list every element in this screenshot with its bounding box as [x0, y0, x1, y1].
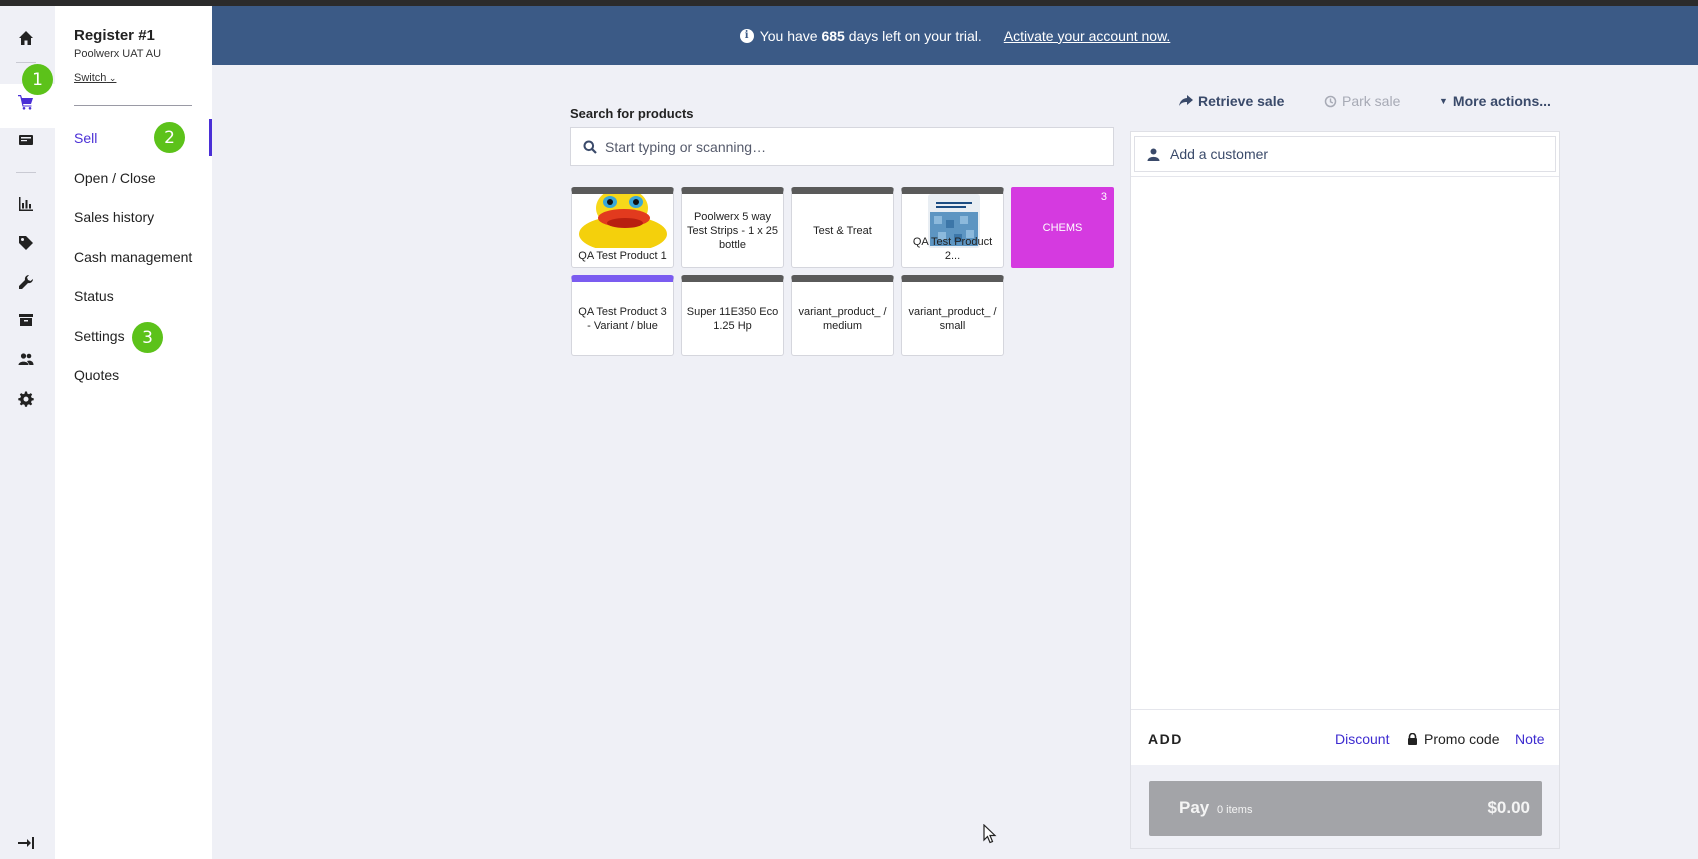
rail-divider — [16, 172, 36, 173]
discount-link[interactable]: Discount — [1335, 731, 1389, 747]
tile-label: QA Test Product 2... — [912, 236, 993, 262]
lock-icon — [1408, 733, 1417, 745]
trial-suffix: days left on your trial. — [848, 27, 982, 44]
tile-label: QA Test Product 1 — [578, 250, 667, 262]
nav-item-sell[interactable]: Sell — [74, 130, 97, 146]
tile-label: QA Test Product 3 - Variant / blue — [578, 305, 667, 332]
customers-icon[interactable] — [16, 349, 36, 369]
product-tile[interactable]: Super 11E350 Eco 1.25 Hp — [681, 275, 784, 356]
inventory-icon[interactable] — [16, 310, 36, 330]
chevron-down-icon: ⌄ — [106, 73, 117, 83]
promo-code-link[interactable]: Promo code — [1407, 731, 1499, 747]
nav-item-open-close[interactable]: Open / Close — [74, 170, 156, 186]
sale-panel: ADD Discount Promo code Note Pay 0 items… — [1130, 131, 1560, 849]
product-tile[interactable]: Poolwerx 5 way Test Strips - 1 x 25 bott… — [681, 187, 784, 268]
nav-item-cash-management[interactable]: Cash management — [74, 249, 192, 265]
rail-divider — [16, 62, 36, 63]
product-tile[interactable]: variant_product_ / small — [901, 275, 1004, 356]
caret-down-icon: ▼ — [1439, 96, 1448, 106]
product-tile[interactable]: Test & Treat — [791, 187, 894, 268]
pay-button[interactable]: Pay 0 items $0.00 — [1149, 781, 1542, 836]
store-name: Poolwerx UAT AU — [74, 48, 162, 60]
park-sale-button[interactable]: Park sale — [1324, 93, 1400, 109]
user-icon — [1147, 148, 1160, 161]
product-tile[interactable]: QA Test Product 2... — [901, 187, 1004, 268]
collapse-sidebar-icon[interactable] — [17, 836, 35, 850]
share-arrow-icon — [1179, 95, 1193, 106]
nav-divider — [74, 105, 192, 106]
tile-label: variant_product_ / medium — [798, 305, 887, 332]
pay-total: $0.00 — [1487, 798, 1530, 817]
mouse-cursor-icon — [983, 824, 997, 844]
home-icon[interactable] — [16, 28, 36, 48]
nav-item-status[interactable]: Status — [74, 288, 114, 304]
search-label: Search for products — [570, 106, 694, 121]
search-input[interactable] — [605, 138, 1085, 155]
register-icon[interactable] — [16, 130, 36, 150]
activate-account-link[interactable]: Activate your account now. — [1004, 28, 1171, 44]
step-badge-1: 1 — [22, 64, 53, 95]
product-tile[interactable]: QA Test Product 1 — [571, 187, 674, 268]
trial-banner: i You have 685 days left on your trial. … — [212, 6, 1698, 65]
tile-label: variant_product_ / small — [908, 305, 997, 332]
rubber-duck-image — [572, 194, 673, 248]
sale-items-list — [1131, 176, 1559, 709]
nav-item-sales-history[interactable]: Sales history — [74, 209, 154, 225]
pay-label: Pay — [1179, 798, 1210, 817]
reports-icon[interactable] — [16, 194, 36, 214]
step-badge-2: 2 — [154, 122, 185, 153]
pay-zone: Pay 0 items $0.00 — [1131, 765, 1559, 848]
register-nav: Register #1 Poolwerx UAT AU Switch ⌄ Sel… — [55, 6, 212, 859]
note-link[interactable]: Note — [1515, 731, 1545, 747]
search-icon — [583, 140, 597, 154]
tile-label: Poolwerx 5 way Test Strips - 1 x 25 bott… — [686, 210, 779, 251]
tile-label: Test & Treat — [813, 224, 872, 237]
category-tile-chems[interactable]: 3 CHEMS — [1011, 187, 1114, 268]
switch-register-link[interactable]: Switch ⌄ — [74, 72, 116, 84]
product-tile[interactable]: variant_product_ / medium — [791, 275, 894, 356]
more-actions-button[interactable]: ▼ More actions... — [1439, 93, 1551, 109]
add-label: ADD — [1148, 731, 1183, 747]
nav-item-quotes[interactable]: Quotes — [74, 367, 119, 383]
add-row: ADD Discount Promo code Note — [1131, 709, 1559, 765]
tag-icon[interactable] — [16, 233, 36, 253]
product-tile[interactable]: QA Test Product 3 - Variant / blue — [571, 275, 674, 356]
nav-active-indicator — [209, 119, 212, 156]
history-icon — [1324, 95, 1337, 107]
icon-rail — [0, 6, 55, 859]
customer-input[interactable] — [1170, 146, 1550, 162]
add-customer-field[interactable] — [1134, 136, 1556, 172]
product-search[interactable] — [570, 127, 1114, 166]
nav-item-settings[interactable]: Settings — [74, 328, 125, 344]
register-title: Register #1 — [74, 27, 155, 44]
pay-item-count: 0 items — [1217, 804, 1253, 816]
wrench-icon[interactable] — [16, 272, 36, 292]
retrieve-sale-button[interactable]: Retrieve sale — [1179, 93, 1284, 109]
gear-icon[interactable] — [16, 389, 36, 409]
info-icon: i — [739, 28, 754, 43]
step-badge-3: 3 — [132, 322, 163, 353]
trial-prefix: You have — [759, 27, 818, 44]
tile-label: CHEMS — [1042, 221, 1083, 234]
tile-label: Super 11E350 Eco 1.25 Hp — [686, 305, 779, 332]
cart-icon[interactable] — [16, 92, 36, 112]
trial-days: 685 — [821, 27, 845, 44]
